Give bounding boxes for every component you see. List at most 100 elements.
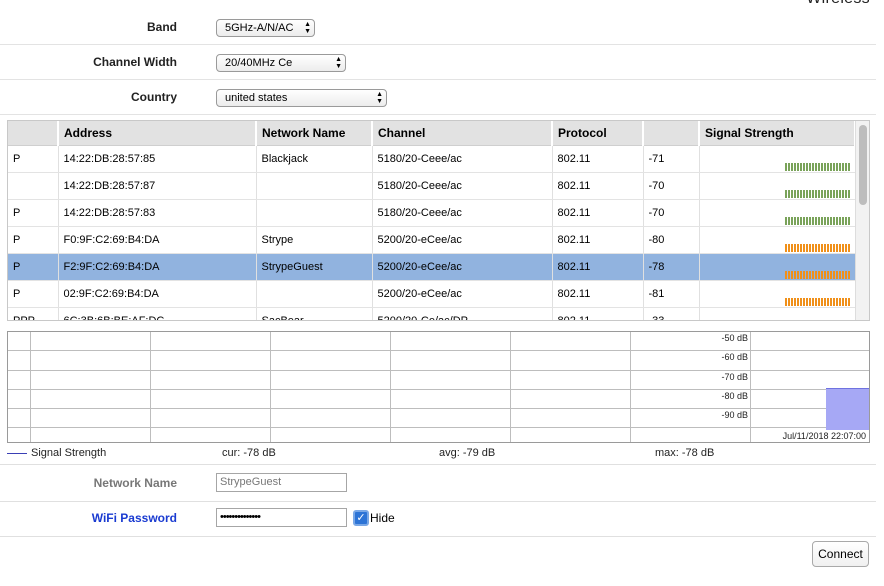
signal-bar [802, 162, 805, 171]
signal-bar [796, 216, 799, 225]
cell-signal-strength [699, 307, 856, 321]
table-scrollbar[interactable] [855, 121, 869, 320]
signal-bar [811, 216, 814, 225]
table-row[interactable]: P 02:9F:C2:69:B4:DA 5200/20-eCee/ac 802.… [8, 280, 856, 308]
grid-line [30, 332, 31, 442]
cell-protocol: 802.11 [552, 199, 644, 227]
signal-bar [838, 189, 841, 198]
signal-bar [814, 243, 817, 252]
signal-bar [847, 243, 850, 252]
table-row[interactable]: P 14:22:DB:28:57:85 Blackjack 5180/20-Ce… [8, 145, 856, 173]
table-row[interactable]: PPP 6C:3B:6B:BE:AF:DC SacBear 5200/20-Ce… [8, 307, 856, 321]
divider [0, 464, 876, 465]
cell-address: 14:22:DB:28:57:85 [58, 145, 257, 173]
signal-bar [793, 189, 796, 198]
signal-bar [790, 189, 793, 198]
y-axis-label: -70 dB [721, 372, 748, 382]
grid-line [390, 332, 391, 442]
signal-bar [802, 270, 805, 279]
table-row[interactable]: P F0:9F:C2:69:B4:DA Strype 5200/20-eCee/… [8, 226, 856, 254]
wifi-password-label: WiFi Password [91, 511, 177, 525]
signal-bar [835, 189, 838, 198]
select-arrows-icon: ▲ ▼ [376, 91, 383, 105]
column-header-signal-strength[interactable]: Signal Strength [699, 121, 856, 146]
signal-bar [790, 243, 793, 252]
signal-bar [829, 243, 832, 252]
cell-flag: P [8, 280, 59, 308]
cell-signal: -80 [643, 226, 700, 254]
column-header-address[interactable]: Address [58, 121, 257, 146]
signal-bar [841, 162, 844, 171]
column-header-channel[interactable]: Channel [372, 121, 553, 146]
table-row[interactable]: 14:22:DB:28:57:87 5180/20-Ceee/ac 802.11… [8, 172, 856, 200]
signal-bar [793, 216, 796, 225]
signal-bar [820, 270, 823, 279]
column-header-protocol[interactable]: Protocol [552, 121, 644, 146]
y-axis-label: -50 dB [721, 333, 748, 343]
network-name-label: Network Name [93, 476, 177, 490]
hide-password-checkbox[interactable]: ✓ [353, 510, 369, 526]
signal-bar [811, 189, 814, 198]
signal-bar [841, 243, 844, 252]
select-arrows-icon: ▲ ▼ [304, 21, 311, 35]
band-select[interactable]: 5GHz-A/N/AC ▲ ▼ [216, 19, 315, 37]
column-header-network-name[interactable]: Network Name [256, 121, 373, 146]
wifi-password-field[interactable]: •••••••••••••• [216, 508, 347, 527]
channel-width-select[interactable]: 20/40MHz Ce ▲ ▼ [216, 54, 346, 72]
signal-bar [817, 189, 820, 198]
cell-signal-strength [699, 253, 856, 281]
cell-signal-strength [699, 280, 856, 308]
cell-protocol: 802.11 [552, 253, 644, 281]
signal-bars-icon [705, 201, 854, 225]
signal-bar [814, 216, 817, 225]
y-axis-label: -60 dB [721, 352, 748, 362]
signal-bar [784, 189, 787, 198]
table-row-selected[interactable]: P F2:9F:C2:69:B4:DA StrypeGuest 5200/20-… [8, 253, 856, 281]
signal-bar [832, 189, 835, 198]
cell-address: F2:9F:C2:69:B4:DA [58, 253, 257, 281]
signal-bar [814, 270, 817, 279]
signal-bar [829, 189, 832, 198]
signal-bar [811, 297, 814, 306]
signal-bar [793, 243, 796, 252]
grid-line [8, 408, 869, 409]
signal-bar [841, 216, 844, 225]
signal-bar [823, 297, 826, 306]
signal-bar [820, 297, 823, 306]
signal-bar [802, 216, 805, 225]
table-header-row: Address Network Name Channel Protocol Si… [8, 121, 856, 146]
cell-protocol: 802.11 [552, 280, 644, 308]
scan-table: Address Network Name Channel Protocol Si… [7, 120, 870, 321]
signal-bar [799, 270, 802, 279]
signal-bar [835, 162, 838, 171]
cell-network-name [256, 199, 373, 227]
signal-bars-icon [705, 309, 854, 321]
signal-bar [814, 189, 817, 198]
network-name-field[interactable]: StrypeGuest [216, 473, 347, 492]
cell-flag [8, 172, 59, 200]
cell-address: 02:9F:C2:69:B4:DA [58, 280, 257, 308]
signal-bar [784, 162, 787, 171]
table-row[interactable]: P 14:22:DB:28:57:83 5180/20-Ceee/ac 802.… [8, 199, 856, 227]
cell-protocol: 802.11 [552, 226, 644, 254]
signal-bar [847, 216, 850, 225]
signal-bar [829, 297, 832, 306]
country-select[interactable]: united states ▲ ▼ [216, 89, 387, 107]
signal-bar [817, 270, 820, 279]
column-header-flag[interactable] [8, 121, 59, 146]
signal-bar [808, 162, 811, 171]
scrollbar-thumb[interactable] [859, 125, 867, 205]
grid-line [8, 350, 869, 351]
grid-line [8, 389, 869, 390]
signal-bar [805, 189, 808, 198]
country-value: united states [225, 92, 288, 104]
signal-bar [805, 162, 808, 171]
signal-bar [823, 243, 826, 252]
stat-current: cur: -78 dB [222, 447, 276, 459]
connect-button[interactable]: Connect [812, 541, 869, 567]
grid-line [270, 332, 271, 442]
grid-line [150, 332, 151, 442]
cell-address: 14:22:DB:28:57:87 [58, 172, 257, 200]
signal-bar [784, 243, 787, 252]
column-header-signal[interactable] [643, 121, 700, 146]
